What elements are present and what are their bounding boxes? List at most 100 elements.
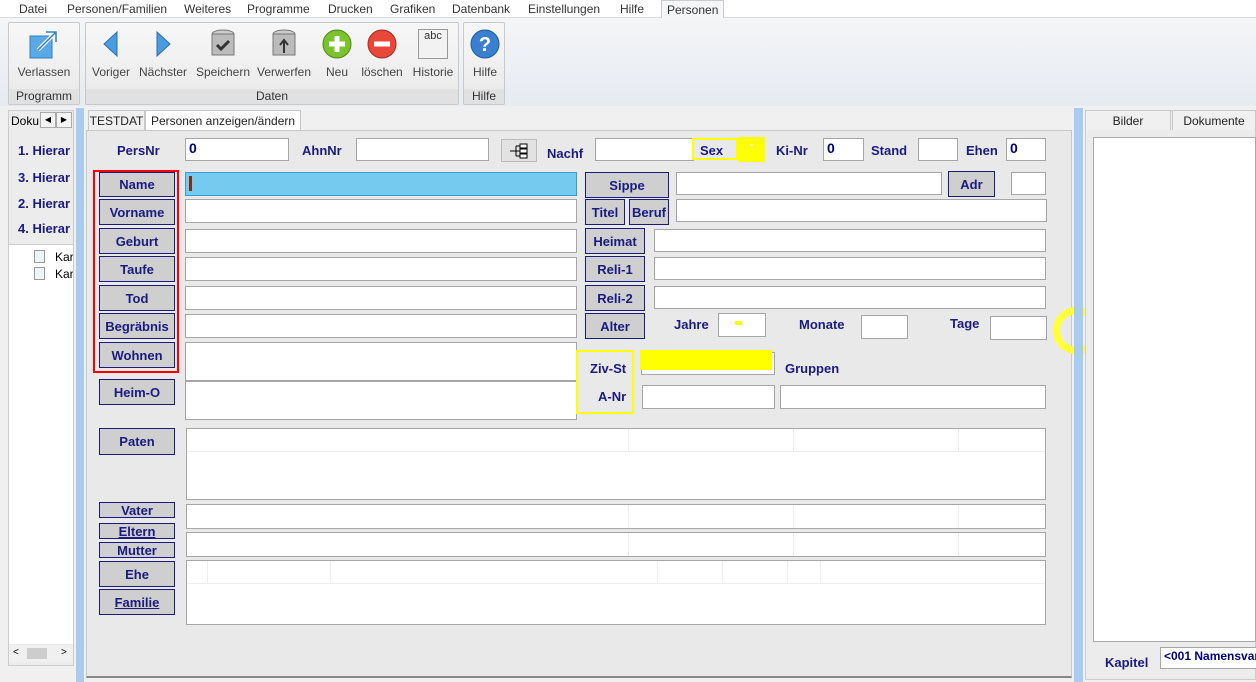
group-label: Daten <box>86 89 458 104</box>
menu-grafiken[interactable]: Grafiken <box>390 2 435 16</box>
scroll-left-icon[interactable]: ◀ <box>40 112 56 128</box>
tree-item[interactable]: Kar <box>55 250 73 264</box>
left-item[interactable]: 4. Hierar <box>18 221 70 236</box>
ehe-button[interactable]: Ehe <box>99 561 175 587</box>
mutter-button[interactable]: Mutter <box>99 542 175 558</box>
paten-grid[interactable] <box>186 428 1046 500</box>
scroll-right-icon[interactable]: ▶ <box>56 112 72 128</box>
reli1-input[interactable] <box>654 257 1046 280</box>
plus-circle-icon <box>320 27 354 61</box>
neu-button[interactable]: Neu <box>319 27 355 79</box>
begraebnis-button[interactable]: Begräbnis <box>99 313 175 339</box>
heim-o-input[interactable] <box>185 381 577 420</box>
vorname-button[interactable]: Vorname <box>99 199 175 225</box>
menu-datei[interactable]: Datei <box>19 2 47 16</box>
group-programm: Verlassen Programm <box>8 22 80 105</box>
menu-drucken[interactable]: Drucken <box>328 2 373 16</box>
ahnnr-input[interactable] <box>356 138 489 161</box>
paten-button[interactable]: Paten <box>99 428 175 455</box>
exit-arrow-icon <box>27 27 61 61</box>
family-tree-button[interactable] <box>501 139 537 162</box>
stand-input[interactable] <box>918 138 958 161</box>
sippe-button[interactable]: Sippe <box>585 172 669 198</box>
hilfe-button[interactable]: ? Hilfe <box>466 27 504 79</box>
kinr-input[interactable]: 0 <box>823 138 864 161</box>
tab-testdat[interactable]: TESTDAT <box>88 110 145 130</box>
titel-beruf-input[interactable] <box>676 199 1047 222</box>
tab-dokumente[interactable]: Dokumente <box>1172 110 1256 130</box>
kinr-label: Ki-Nr <box>776 143 808 158</box>
familie-button[interactable]: Familie <box>99 589 175 615</box>
menu-weiteres[interactable]: Weiteres <box>184 2 231 16</box>
splitter-right[interactable] <box>1074 108 1083 682</box>
ehen-input[interactable]: 0 <box>1006 138 1046 161</box>
vorname-input[interactable] <box>185 199 577 223</box>
geburt-button[interactable]: Geburt <box>99 228 175 254</box>
menu-personen-familien[interactable]: Personen/Familien <box>67 2 167 16</box>
vater-grid[interactable] <box>186 504 1046 529</box>
heimat-button[interactable]: Heimat <box>585 228 645 254</box>
menu-einstellungen[interactable]: Einstellungen <box>528 2 600 16</box>
alter-button[interactable]: Alter <box>585 313 645 339</box>
nachf-input[interactable] <box>595 138 694 161</box>
splitter-left[interactable] <box>76 108 84 682</box>
zivst-highlight <box>640 350 772 370</box>
menu-hilfe[interactable]: Hilfe <box>620 2 644 16</box>
speichern-button[interactable]: Speichern <box>194 27 252 79</box>
heimat-input[interactable] <box>654 229 1046 252</box>
tod-button[interactable]: Tod <box>99 285 175 311</box>
voriger-button[interactable]: Voriger <box>88 27 134 79</box>
begraebnis-input[interactable] <box>185 314 577 338</box>
horizontal-scrollbar[interactable]: < > <box>9 645 73 662</box>
adr-input[interactable] <box>1011 172 1046 195</box>
reli1-button[interactable]: Reli-1 <box>585 256 645 282</box>
menu-programme[interactable]: Programme <box>247 2 310 16</box>
left-item[interactable]: 1. Hierar <box>18 143 70 158</box>
verlassen-button[interactable]: Verlassen <box>14 27 74 79</box>
beruf-button[interactable]: Beruf <box>629 199 669 225</box>
stand-label: Stand <box>871 143 908 158</box>
kapitel-select[interactable]: <001 Namensvar <box>1160 647 1256 669</box>
geburt-input[interactable] <box>185 229 577 253</box>
titel-button[interactable]: Titel <box>585 199 625 225</box>
menu-tab-personen[interactable]: Personen <box>661 0 725 19</box>
taufe-button[interactable]: Taufe <box>99 256 175 282</box>
loeschen-button[interactable]: löschen <box>359 27 405 79</box>
ehe-grid[interactable] <box>186 560 1046 625</box>
adr-button[interactable]: Adr <box>948 171 995 197</box>
vater-button[interactable]: Vater <box>99 502 175 518</box>
reli2-input[interactable] <box>654 286 1046 309</box>
tab-personen-anzeigen[interactable]: Personen anzeigen/ändern <box>145 110 301 130</box>
tab-bilder[interactable]: Bilder <box>1085 110 1171 130</box>
monate-input[interactable] <box>861 315 908 339</box>
ribbon: Verlassen Programm Voriger Nächster Spei… <box>0 18 1256 106</box>
anr-input[interactable] <box>642 385 775 409</box>
wohnen-input[interactable] <box>185 342 577 381</box>
name-button[interactable]: Name <box>99 172 175 197</box>
naechster-button[interactable]: Nächster <box>138 27 188 79</box>
gruppen-input[interactable] <box>780 385 1046 409</box>
left-item[interactable]: 3. Hierar <box>18 170 70 185</box>
left-item[interactable]: 2. Hierar <box>18 196 70 211</box>
jahre-input[interactable] <box>718 313 766 337</box>
wohnen-button[interactable]: Wohnen <box>99 342 175 368</box>
sex-input[interactable]: - <box>738 137 765 162</box>
menu-datenbank[interactable]: Datenbank <box>452 2 510 16</box>
heim-o-button[interactable]: Heim-O <box>99 379 175 405</box>
tab-doku[interactable]: Doku <box>11 114 39 128</box>
sippe-input[interactable] <box>676 172 942 195</box>
kapitel-label: Kapitel <box>1105 655 1149 670</box>
historie-button[interactable]: abc Historie <box>410 27 456 79</box>
mutter-grid[interactable] <box>186 532 1046 557</box>
persnr-input[interactable]: 0 <box>185 138 289 161</box>
reli2-button[interactable]: Reli-2 <box>585 285 645 311</box>
tage-input[interactable] <box>990 316 1047 340</box>
group-label: Programm <box>9 89 79 104</box>
tod-input[interactable] <box>185 286 577 310</box>
taufe-input[interactable] <box>185 257 577 281</box>
left-panel: Doku ◀ ▶ 1. Hierar 3. Hierar 2. Hierar 4… <box>8 110 74 666</box>
verwerfen-button[interactable]: Verwerfen <box>256 27 312 79</box>
name-input[interactable] <box>185 172 577 196</box>
tree-item[interactable]: Kar <box>55 267 73 281</box>
eltern-button[interactable]: Eltern <box>99 523 175 539</box>
